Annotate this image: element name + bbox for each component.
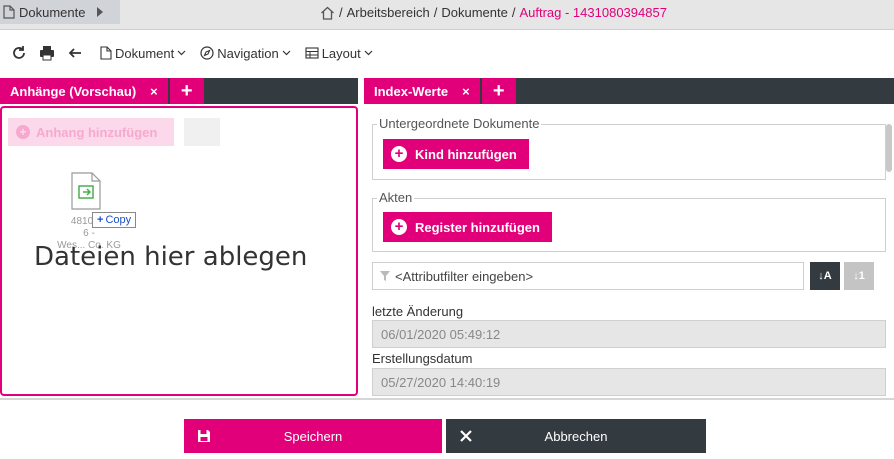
save-button-label: Speichern <box>283 428 343 444</box>
divider <box>0 398 894 400</box>
close-icon[interactable]: × <box>462 84 470 99</box>
layout-menu-label: Layout <box>321 45 361 61</box>
attachments-panel-header: Anhänge (Vorschau) × + <box>0 78 358 104</box>
add-register-label: Register hinzufügen <box>415 219 540 235</box>
breadcrumb-separator: / <box>339 5 343 20</box>
plus-icon: + <box>97 214 104 226</box>
layout-menu[interactable]: Layout <box>305 46 373 61</box>
file-icon <box>71 172 101 210</box>
last-change-field: 06/01/2020 05:49:12 <box>372 320 886 348</box>
chevron-down-icon <box>282 50 291 56</box>
copy-badge: + Copy <box>92 212 137 228</box>
last-change-label: letzte Änderung <box>372 304 464 319</box>
document-menu[interactable]: Dokument <box>100 46 186 61</box>
breadcrumb-separator: / <box>433 5 438 20</box>
back-arrow-icon[interactable] <box>64 42 86 64</box>
child-documents-legend: Untergeordnete Dokumente <box>377 116 542 131</box>
attachments-drop-zone[interactable]: + Anhang hinzufügen 48108... 6 - Wes... … <box>0 106 358 396</box>
toolbar: Dokument Navigation Layout <box>0 36 894 70</box>
cancel-button-label: Abbrechen <box>544 428 608 444</box>
add-register-button[interactable]: + Register hinzufügen <box>383 212 552 242</box>
plus-circle-icon: + <box>391 146 407 162</box>
tab-attachments-preview[interactable]: Anhänge (Vorschau) × <box>0 78 168 104</box>
files-legend: Akten <box>377 190 415 205</box>
add-tab-button[interactable]: + <box>169 78 204 104</box>
index-values-panel-header: Index-Werte × + <box>364 78 894 104</box>
files-group: Akten + Register hinzufügen <box>372 190 886 252</box>
print-icon[interactable] <box>36 42 58 64</box>
tab-attachments-label: Anhänge (Vorschau) <box>10 83 137 99</box>
created-date-value: 05/27/2020 14:40:19 <box>381 374 501 390</box>
created-date-label: Erstellungsdatum <box>372 351 473 366</box>
documents-tab-label: Dokumente <box>19 4 86 20</box>
add-child-button[interactable]: + Kind hinzufügen <box>383 139 529 169</box>
chevron-down-icon <box>177 50 186 56</box>
attribute-filter-placeholder: <Attributfilter eingeben> <box>395 268 534 284</box>
tab-index-values-label: Index-Werte <box>374 83 449 99</box>
close-icon[interactable]: × <box>150 84 158 99</box>
refresh-icon[interactable] <box>8 42 30 64</box>
scrollbar[interactable] <box>886 124 892 172</box>
breadcrumb-current: Auftrag - 1431080394857 <box>519 5 667 20</box>
compass-icon <box>200 46 214 60</box>
home-icon[interactable] <box>320 6 335 20</box>
plus-circle-icon: + <box>391 219 407 235</box>
sort-numeric-button[interactable]: ↓1 <box>844 262 874 290</box>
navigation-menu[interactable]: Navigation <box>200 45 291 61</box>
breadcrumb-documents[interactable]: Dokumente <box>441 5 507 20</box>
top-bar: Dokumente / Arbeitsbereich / Dokumente /… <box>0 0 894 30</box>
index-values-panel: Untergeordnete Dokumente + Kind hinzufüg… <box>364 106 894 396</box>
add-child-label: Kind hinzufügen <box>415 146 517 162</box>
created-date-field: 05/27/2020 14:40:19 <box>372 368 886 396</box>
documents-tab[interactable]: Dokumente <box>0 0 120 24</box>
document-icon <box>100 46 112 60</box>
plus-circle-icon: + <box>16 125 30 139</box>
chevron-right-icon <box>97 7 104 17</box>
file-name-line: 6 - <box>83 228 95 239</box>
navigation-menu-label: Navigation <box>217 45 279 61</box>
add-attachment-label: Anhang hinzufügen <box>36 124 158 140</box>
attribute-filter-input[interactable]: <Attributfilter eingeben> <box>372 262 804 290</box>
child-documents-group: Untergeordnete Dokumente + Kind hinzufüg… <box>372 116 886 180</box>
save-button[interactable]: Speichern <box>184 419 442 453</box>
floppy-disk-icon <box>184 429 224 443</box>
document-icon <box>3 5 15 19</box>
drop-files-text: Dateien hier ablegen <box>34 242 308 272</box>
sort-ascending-button[interactable]: ↓A <box>810 262 840 290</box>
breadcrumb-workspace[interactable]: Arbeitsbereich <box>347 5 430 20</box>
layout-icon <box>305 47 319 59</box>
copy-badge-label: Copy <box>105 214 132 226</box>
add-attachment-button: + Anhang hinzufügen <box>8 118 174 146</box>
chevron-down-icon <box>364 50 373 56</box>
breadcrumb: / Arbeitsbereich / Dokumente / Auftrag -… <box>320 5 667 20</box>
add-tab-button[interactable]: + <box>481 78 516 104</box>
tab-index-values[interactable]: Index-Werte × <box>364 78 480 104</box>
close-icon <box>446 430 486 442</box>
attachment-secondary-button <box>184 118 220 146</box>
document-menu-label: Dokument <box>115 45 175 61</box>
sort-alpha-icon: ↓A <box>818 270 832 282</box>
last-change-value: 06/01/2020 05:49:12 <box>381 326 501 342</box>
filter-icon <box>380 271 390 281</box>
cancel-button[interactable]: Abbrechen <box>446 419 706 453</box>
breadcrumb-separator: / <box>511 5 516 20</box>
sort-numeric-icon: ↓1 <box>853 270 865 282</box>
